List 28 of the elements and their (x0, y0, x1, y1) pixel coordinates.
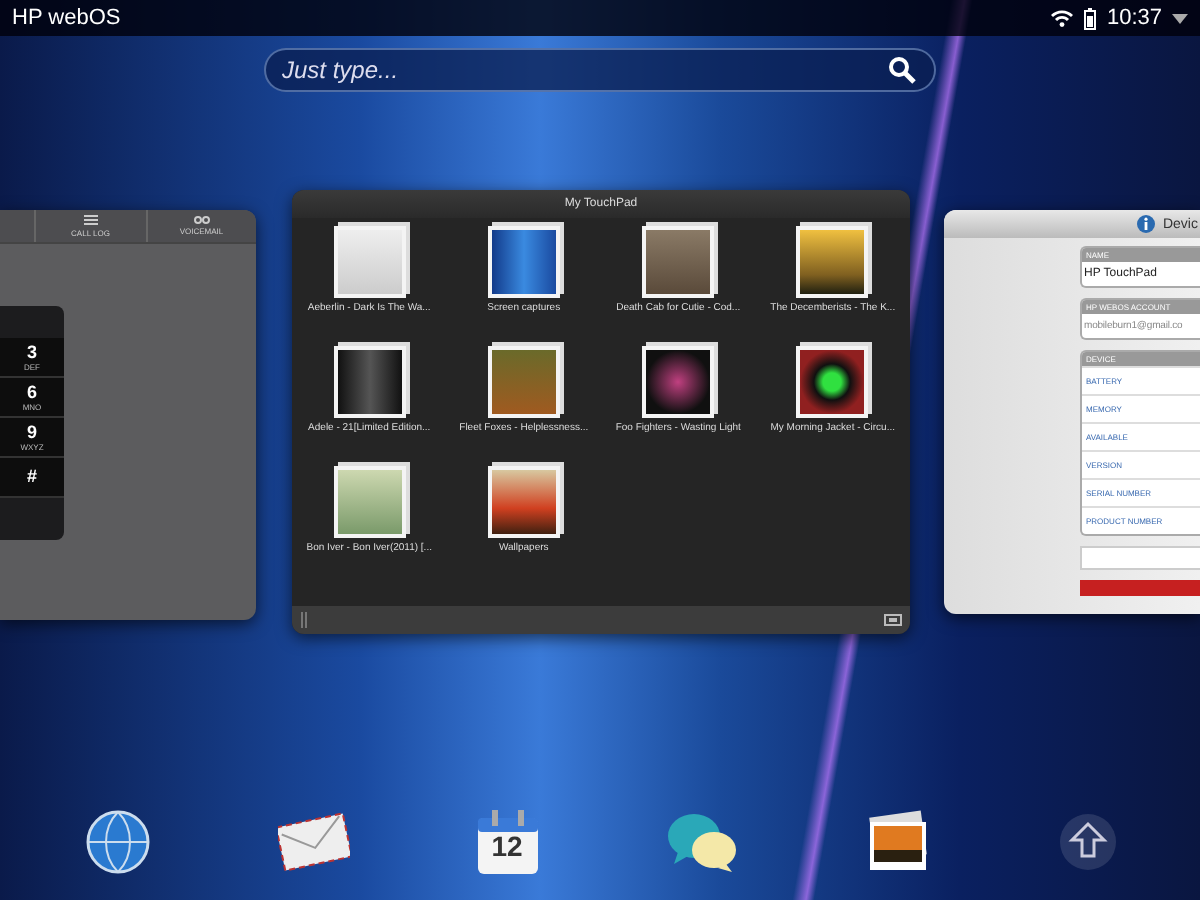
info-icon (1136, 214, 1157, 234)
album-cover (796, 226, 869, 298)
list-icon (83, 214, 98, 226)
album-cover (333, 346, 406, 418)
chat-bubbles-icon[interactable] (665, 810, 737, 874)
photos-app-card[interactable] (292, 190, 910, 634)
dropdown-caret-icon[interactable] (1172, 13, 1188, 23)
album-cover (487, 466, 560, 538)
grip-icon[interactable] (300, 612, 308, 628)
dialpad-key[interactable]: # (0, 458, 64, 498)
album-cover (487, 346, 560, 418)
search-field[interactable]: Just type... (264, 48, 936, 92)
slideshow-icon[interactable] (884, 614, 902, 626)
album-cover (796, 346, 869, 418)
voicemail-icon (193, 216, 210, 224)
album-cover (487, 226, 560, 298)
photos-icon[interactable] (863, 810, 931, 874)
album-cover (333, 226, 406, 298)
battery-icon (1084, 7, 1097, 29)
album-cover (642, 346, 715, 418)
album-cover (333, 466, 406, 538)
search-icon[interactable] (888, 56, 916, 84)
blank-panel (1080, 546, 1200, 570)
album-cover (642, 226, 715, 298)
globe-icon[interactable] (83, 808, 151, 876)
status-title: HP webOS (12, 6, 123, 30)
wifi-icon (1050, 8, 1075, 28)
clock-time: 10:37 (1106, 6, 1162, 30)
